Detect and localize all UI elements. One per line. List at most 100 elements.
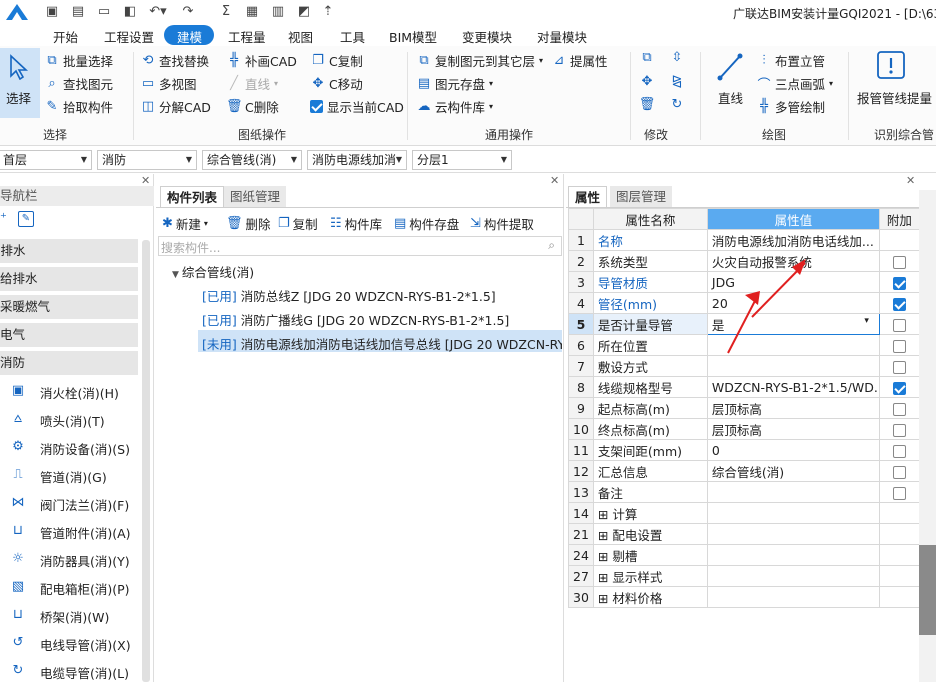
additional-cell[interactable] <box>878 250 920 272</box>
close-icon[interactable]: ✕ <box>550 174 559 187</box>
nav-item-hydrant[interactable]: ▣ 消火栓(消)(H) <box>8 380 119 404</box>
property-row[interactable]: 9 起点标高(m) 层顶标高 <box>568 397 920 419</box>
property-row[interactable]: 4 管径(mm) 20 <box>568 292 920 314</box>
property-row[interactable]: 13 备注 <box>568 481 920 503</box>
property-row[interactable]: 10 终点标高(m) 层顶标高 <box>568 418 920 440</box>
menu-change-module[interactable]: 变更模块 <box>462 27 512 46</box>
three-point-arc-button[interactable]: ⌒ 三点画弧 ▾ <box>756 74 833 93</box>
property-row[interactable]: 2 系统类型 火灾自动报警系统 <box>568 250 920 272</box>
tree-item-selected[interactable]: [未用] 消防电源线加消防电话线加信号总线 [JDG 20 WDZCN-RYS-… <box>202 334 562 353</box>
select-button[interactable]: 选择 <box>0 48 40 118</box>
customize-icon[interactable]: ⇡ <box>320 4 336 20</box>
c-copy-button[interactable]: ❐ C复制 <box>310 51 363 70</box>
checkbox-unchecked-icon[interactable] <box>892 465 906 479</box>
property-value[interactable] <box>706 355 880 377</box>
modify-move-icon[interactable]: ✥ <box>638 74 656 90</box>
redo-icon[interactable]: ↷ <box>180 4 196 20</box>
modify-rotate-icon[interactable]: ↻ <box>668 97 686 113</box>
additional-cell[interactable] <box>878 271 920 293</box>
copy-to-layers-button[interactable]: ⧉ 复制图元到其它层 ▾ <box>416 51 543 70</box>
edit-icon[interactable]: ✎ <box>18 211 34 227</box>
new-button[interactable]: ✱ 新建 ▾ <box>162 214 208 233</box>
report-icon[interactable]: ▥ <box>270 4 286 20</box>
component-select[interactable]: 消防电源线加消 ▼ <box>307 150 407 170</box>
modify-delete-icon[interactable]: 🗑 <box>638 97 656 113</box>
checkbox-unchecked-icon[interactable] <box>892 360 906 374</box>
property-row[interactable]: 5 是否计量导管是 ▾ <box>568 313 920 335</box>
nav-category-heating-gas[interactable]: 采暖燃气 <box>0 295 138 319</box>
additional-cell[interactable] <box>878 460 920 482</box>
draw-line-button[interactable]: 直线 <box>710 50 750 110</box>
multi-view-button[interactable]: ▭ 多视图 <box>140 74 197 93</box>
layer-select[interactable]: 分层1 ▼ <box>412 150 512 170</box>
floor-select[interactable]: 首层 ▼ <box>0 150 92 170</box>
nav-item-wire-conduit[interactable]: ↺ 电线导管(消)(X) <box>8 632 131 656</box>
menu-project-settings[interactable]: 工程设置 <box>104 27 154 46</box>
cloud-library-button[interactable]: ☁ 云构件库 ▾ <box>416 97 494 116</box>
c-delete-button[interactable]: 🗑 C删除 <box>226 97 279 116</box>
property-row[interactable]: 24 ⊞ 剔槽 <box>568 544 920 566</box>
additional-cell[interactable] <box>878 418 920 440</box>
place-riser-button[interactable]: ⫶ 布置立管 <box>756 51 825 70</box>
additional-cell[interactable] <box>878 481 920 503</box>
folder-icon[interactable]: ▭ <box>96 4 112 20</box>
nav-item-valve-flange[interactable]: ⋈ 阀门法兰(消)(F) <box>8 492 130 516</box>
element-save-button[interactable]: ▤ 图元存盘 ▾ <box>416 74 493 93</box>
nav-item-distribution-box[interactable]: ▧ 配电箱柜(消)(P) <box>8 576 130 600</box>
property-row[interactable]: 21 ⊞ 配电设置 <box>568 523 920 545</box>
add-icon[interactable]: ⁺ <box>0 211 7 226</box>
nav-scrollbar[interactable] <box>142 240 150 682</box>
copy-button[interactable]: ❐ 复制 <box>278 214 318 233</box>
additional-cell[interactable] <box>878 397 920 419</box>
checkbox-checked-icon[interactable] <box>892 276 906 290</box>
modify-mirror-icon[interactable]: ⧎ <box>668 74 686 90</box>
new-file-icon[interactable]: ▣ <box>44 4 60 20</box>
type-select[interactable]: 综合管线(消) ▼ <box>202 150 302 170</box>
property-row[interactable]: 14 ⊞ 计算 <box>568 502 920 524</box>
additional-cell[interactable] <box>878 313 920 335</box>
checkbox-unchecked-icon[interactable] <box>892 423 906 437</box>
explode-cad-button[interactable]: ◫ 分解CAD <box>140 97 211 116</box>
checkbox-unchecked-icon[interactable] <box>892 402 906 416</box>
property-value[interactable]: 0 <box>706 439 880 461</box>
property-scrollbar-thumb[interactable] <box>919 545 936 635</box>
draw-cad-button[interactable]: ╬ 补画CAD <box>226 51 297 70</box>
show-current-cad-checkbox[interactable]: 显示当前CAD <box>310 97 404 116</box>
nav-item-pipe-accessory[interactable]: ⊔ 管道附件(消)(A) <box>8 520 131 544</box>
checkbox-unchecked-icon[interactable] <box>892 444 906 458</box>
checkbox-checked-icon[interactable] <box>892 297 906 311</box>
property-value[interactable] <box>706 586 880 608</box>
checkbox-unchecked-icon[interactable] <box>892 255 906 269</box>
nav-item-sprinkler[interactable]: ⩟ 喷头(消)(T) <box>8 408 105 432</box>
find-replace-button[interactable]: ⟲ 查找替换 <box>140 51 209 70</box>
property-value[interactable] <box>706 334 880 356</box>
nav-item-cable-tray[interactable]: ⊔ 桥架(消)(W) <box>8 604 109 628</box>
nav-item-fire-appliance[interactable]: ☼ 消防器具(消)(Y) <box>8 548 129 572</box>
nav-item-pipe[interactable]: ⎍ 管道(消)(G) <box>8 464 106 488</box>
nav-category-drainage[interactable]: 给排水 <box>0 267 138 291</box>
property-row[interactable]: 7 敷设方式 <box>568 355 920 377</box>
additional-cell[interactable] <box>878 439 920 461</box>
component-search-input[interactable]: 搜索构件... ⌕ <box>158 236 562 256</box>
property-value[interactable] <box>706 544 880 566</box>
c-move-button[interactable]: ✥ C移动 <box>310 74 363 93</box>
additional-cell[interactable] <box>878 292 920 314</box>
property-value[interactable]: 20 <box>706 292 880 314</box>
delete-button[interactable]: 🗑 删除 <box>226 214 271 233</box>
property-row[interactable]: 6 所在位置 <box>568 334 920 356</box>
property-value[interactable] <box>706 502 880 524</box>
menu-bim-model[interactable]: BIM模型 <box>389 27 437 46</box>
menu-view[interactable]: 视图 <box>288 27 313 46</box>
find-element-button[interactable]: ⌕ 查找图元 <box>44 74 113 93</box>
tree-root[interactable]: ▼ 综合管线(消) <box>172 262 254 281</box>
batch-select-button[interactable]: ⧉ 批量选择 <box>44 51 113 70</box>
property-value[interactable]: JDG <box>706 271 880 293</box>
chevron-down-icon[interactable]: ▾ <box>864 316 869 326</box>
property-value[interactable]: 消防电源线加消防电话线加... <box>706 229 880 251</box>
tree-item[interactable]: [已用] 消防总线Z [JDG 20 WDZCN-RYS-B1-2*1.5] <box>202 286 496 305</box>
property-value[interactable] <box>706 565 880 587</box>
component-save-button[interactable]: ▤ 构件存盘 <box>394 214 459 233</box>
component-library-button[interactable]: ☷ 构件库 <box>330 214 382 233</box>
checkbox-unchecked-icon[interactable] <box>892 318 906 332</box>
component-extract-button[interactable]: ⇲ 构件提取 <box>470 214 534 233</box>
